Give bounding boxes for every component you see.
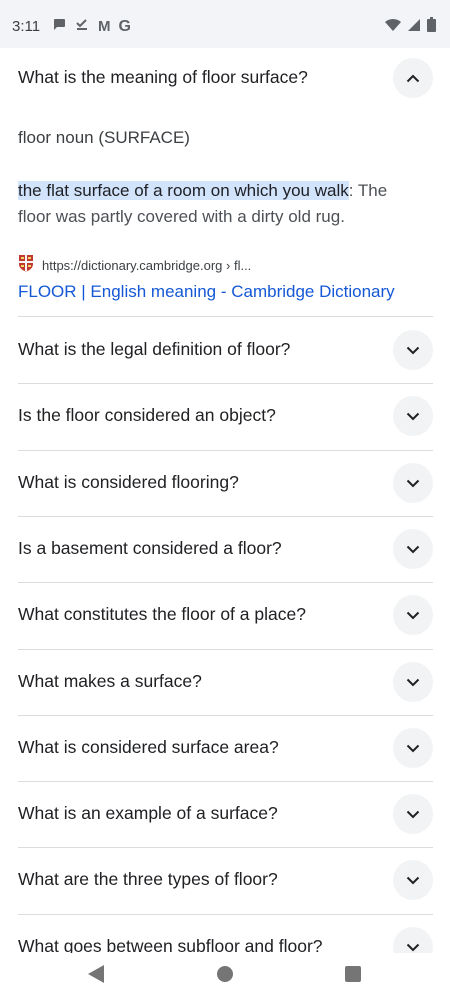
definition-highlight: the flat surface of a room on which you … [18,181,349,200]
expand-button[interactable] [393,927,433,953]
faq-item[interactable]: What constitutes the floor of a place? [0,582,450,648]
faq-item[interactable]: What goes between subfloor and floor? [0,914,450,953]
chevron-down-icon [406,678,420,686]
chevron-down-icon [406,545,420,553]
expand-button[interactable] [393,794,433,834]
google-icon: G [118,17,131,35]
chevron-up-icon [406,74,420,82]
question-text: What is the legal definition of floor? [18,339,291,359]
question-text: What is considered flooring? [18,472,239,492]
gmail-icon: M [98,18,110,35]
expand-button[interactable] [393,662,433,702]
question-text: What is considered surface area? [18,737,279,757]
system-icons [385,17,436,37]
question-text: What is the meaning of floor surface? [18,67,308,87]
chevron-down-icon [406,346,420,354]
expand-button[interactable] [393,595,433,635]
chevron-down-icon [406,943,420,951]
question-text: What are the three types of floor? [18,869,278,889]
chevron-down-icon [406,479,420,487]
question-text: What makes a surface? [18,671,202,691]
back-icon[interactable] [88,965,104,988]
faq-item[interactable]: What makes a surface? [0,649,450,715]
faq-item[interactable]: What is considered surface area? [0,715,450,781]
cell-signal-icon [407,18,421,37]
collapse-button[interactable] [393,58,433,98]
status-bar: 3:11 M G [0,0,450,48]
faq-item[interactable]: What is considered flooring? [0,450,450,516]
expand-button[interactable] [393,529,433,569]
chevron-down-icon [406,810,420,818]
question-text: What goes between subfloor and floor? [18,936,323,953]
chat-bubble-icon [52,17,66,36]
people-also-ask-list[interactable]: What is the meaning of floor surface? fl… [0,48,450,953]
question-text: What constitutes the floor of a place? [18,604,306,624]
expand-button[interactable] [393,728,433,768]
expand-button[interactable] [393,860,433,900]
definition-text: the flat surface of a room on which you … [18,178,423,230]
recent-apps-icon[interactable] [345,966,361,982]
faq-item[interactable]: Is a basement considered a floor? [0,516,450,582]
question-text: Is the floor considered an object? [18,405,276,425]
wifi-icon [385,18,401,37]
home-icon[interactable] [217,966,233,982]
question-text: What is an example of a surface? [18,803,278,823]
source-row[interactable]: https://dictionary.cambridge.org › fl... [18,254,251,277]
question-text: Is a basement considered a floor? [18,538,282,558]
checkmark-download-icon [75,17,89,36]
cambridge-favicon-icon [18,254,34,277]
expand-button[interactable] [393,330,433,370]
chevron-down-icon [406,611,420,619]
notification-icons: M G [52,17,131,36]
faq-item[interactable]: Is the floor considered an object? [0,383,450,449]
expanded-question-header[interactable]: What is the meaning of floor surface? [0,48,450,110]
chevron-down-icon [406,412,420,420]
faq-item[interactable]: What is the legal definition of floor? [0,317,450,383]
status-time: 3:11 [12,18,41,35]
faq-item[interactable]: What are the three types of floor? [0,847,450,913]
expand-button[interactable] [393,463,433,503]
chevron-down-icon [406,744,420,752]
chevron-down-icon [406,876,420,884]
expand-button[interactable] [393,396,433,436]
battery-icon [427,17,436,37]
faq-item[interactable]: What is an example of a surface? [0,781,450,847]
source-title-link[interactable]: FLOOR | English meaning - Cambridge Dict… [18,282,395,302]
navigation-bar [0,953,450,1000]
part-of-speech: floor noun (SURFACE) [18,128,190,147]
source-url[interactable]: https://dictionary.cambridge.org › fl... [42,258,251,273]
